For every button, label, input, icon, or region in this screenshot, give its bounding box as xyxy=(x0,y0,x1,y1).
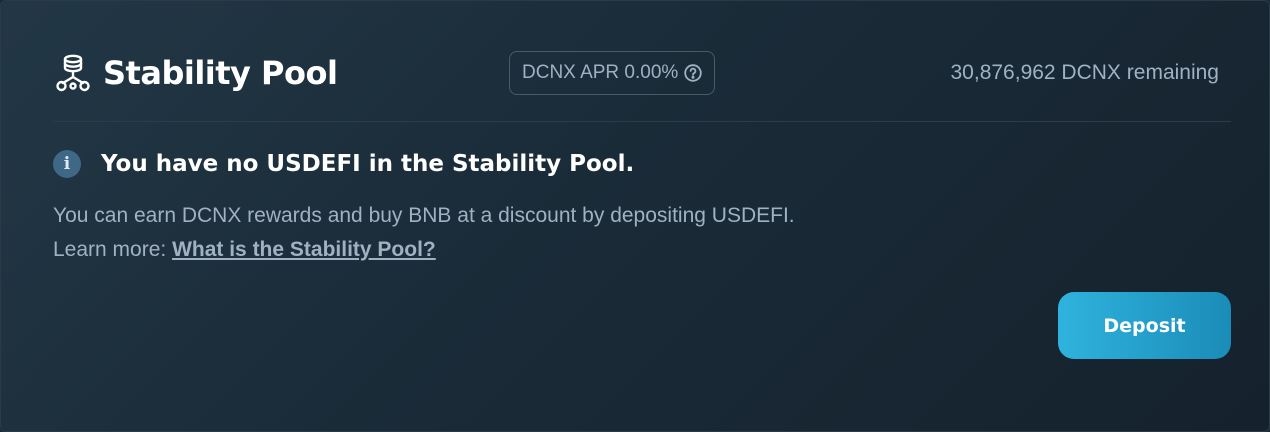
learn-more-line: Learn more: What is the Stability Pool? xyxy=(53,233,795,267)
remaining-rewards: 30,876,962 DCNX remaining xyxy=(950,61,1220,84)
description-text: You can earn DCNX rewards and buy BNB at… xyxy=(53,204,795,227)
stability-pool-icon xyxy=(53,53,93,93)
title-wrap: Stability Pool xyxy=(53,47,338,99)
info-heading: You have no USDEFI in the Stability Pool… xyxy=(101,151,635,177)
divider xyxy=(53,121,1231,122)
info-icon: i xyxy=(53,150,81,178)
deposit-button[interactable]: Deposit xyxy=(1058,292,1231,359)
learn-more-prefix: Learn more: xyxy=(53,238,173,261)
stability-pool-card: Stability Pool DCNX APR 0.00% 30,876,962… xyxy=(0,0,1270,432)
apr-label: DCNX APR 0.00% xyxy=(522,62,679,83)
apr-badge: DCNX APR 0.00% xyxy=(509,51,716,95)
question-circle-icon[interactable] xyxy=(684,64,702,82)
learn-more-link[interactable]: What is the Stability Pool? xyxy=(172,238,436,261)
card-header: Stability Pool DCNX APR 0.00% 30,876,962… xyxy=(53,47,1231,99)
page-title: Stability Pool xyxy=(103,54,338,92)
info-description: You can earn DCNX rewards and buy BNB at… xyxy=(53,199,795,267)
info-row: i You have no USDEFI in the Stability Po… xyxy=(53,147,634,181)
